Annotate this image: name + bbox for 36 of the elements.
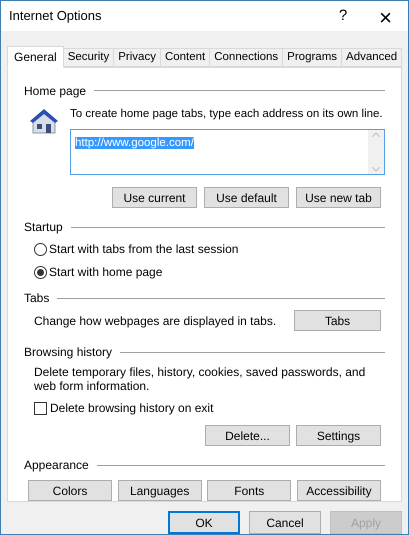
dialog-button[interactable]: Delete... xyxy=(205,425,290,446)
checkbox[interactable] xyxy=(34,402,47,414)
radio-button[interactable] xyxy=(34,266,47,278)
section-heading: Home page xyxy=(24,82,86,100)
dialog-button[interactable]: Languages xyxy=(118,480,202,501)
dialog-button[interactable]: OK xyxy=(168,511,240,534)
tab[interactable]: Content xyxy=(160,48,210,67)
dialog-button[interactable]: Tabs xyxy=(294,310,381,331)
tab[interactable]: Connections xyxy=(210,48,284,67)
section-heading: Tabs xyxy=(24,290,50,307)
dialog-button[interactable]: Colors xyxy=(28,480,112,501)
radio-label[interactable]: Start with tabs from the last session xyxy=(49,240,238,258)
section-heading: Startup xyxy=(24,219,63,236)
help-button[interactable]: ? xyxy=(323,1,363,31)
dialog-button[interactable]: Settings xyxy=(296,425,381,446)
section-heading: Browsing history xyxy=(24,344,112,361)
dialog-button[interactable]: Use default xyxy=(204,187,289,208)
dialog-button[interactable]: Use new tab xyxy=(296,187,381,208)
radio-button[interactable] xyxy=(34,242,47,256)
window-title: Internet Options xyxy=(9,7,102,26)
dialog-button[interactable]: Accessibility xyxy=(296,480,381,501)
close-button[interactable]: × xyxy=(363,1,408,31)
tab[interactable]: Security xyxy=(64,48,114,67)
history-description: Delete temporary files, history, cookies, saved passwords, and web form information. xyxy=(33,365,366,393)
hint-text: To create home page tabs, type each address on its own line. xyxy=(70,106,384,122)
dialog-button[interactable]: Use current xyxy=(112,187,197,208)
tab[interactable]: Advanced xyxy=(342,48,402,67)
radio-label[interactable]: Start with home page xyxy=(49,263,162,281)
tab[interactable]: Privacy xyxy=(114,48,161,67)
dialog-button[interactable]: Cancel xyxy=(249,511,321,534)
dialog-button[interactable]: Fonts xyxy=(207,480,292,501)
tabs-description: Change how webpages are displayed in tabs. xyxy=(34,312,276,330)
tab[interactable]: Programs xyxy=(283,48,342,67)
section-heading: Appearance xyxy=(24,457,89,474)
checkbox-label[interactable]: Delete browsing history on exit xyxy=(50,399,214,417)
tab[interactable]: General xyxy=(7,46,64,68)
